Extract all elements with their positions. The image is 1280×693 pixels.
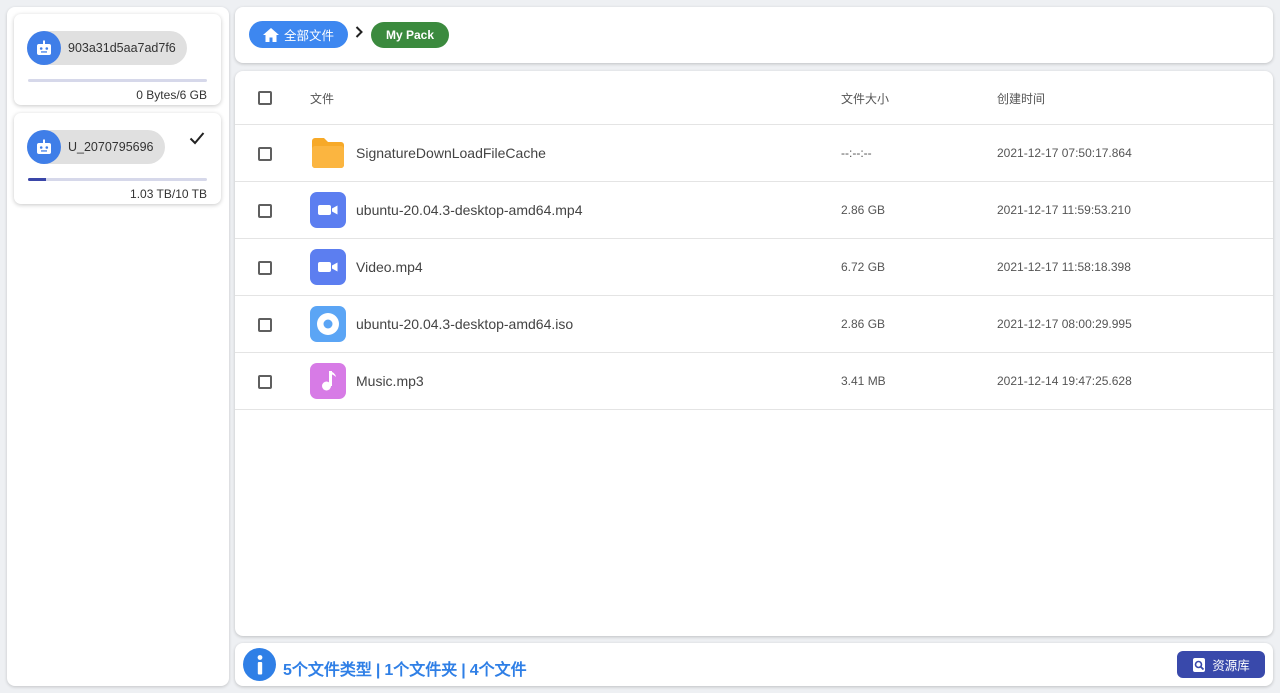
- library-button[interactable]: 资源库: [1177, 651, 1265, 678]
- file-name[interactable]: Music.mp3: [356, 373, 424, 389]
- file-name[interactable]: ubuntu-20.04.3-desktop-amd64.mp4: [356, 202, 582, 218]
- robot-avatar-icon: [27, 130, 61, 164]
- table-header: 文件 文件大小 创建时间: [235, 71, 1273, 125]
- file-size: 2.86 GB: [841, 317, 886, 331]
- file-created: 2021-12-14 19:47:25.628: [997, 374, 1132, 388]
- table-row[interactable]: SignatureDownLoadFileCache --:--:-- 2021…: [235, 125, 1273, 182]
- file-created: 2021-12-17 11:58:18.398: [997, 260, 1131, 274]
- file-created: 2021-12-17 11:59:53.210: [997, 203, 1131, 217]
- library-button-label: 资源库: [1212, 659, 1250, 673]
- account-name: 903a31d5aa7ad7f6: [68, 41, 176, 55]
- table-row[interactable]: ubuntu-20.04.3-desktop-amd64.iso 2.86 GB…: [235, 296, 1273, 353]
- quota-text: 1.03 TB/10 TB: [130, 187, 207, 201]
- file-created: 2021-12-17 07:50:17.864: [997, 146, 1132, 160]
- file-types-count: 5个文件类型: [283, 662, 372, 679]
- file-name[interactable]: ubuntu-20.04.3-desktop-amd64.iso: [356, 316, 573, 332]
- table-row[interactable]: ubuntu-20.04.3-desktop-amd64.mp4 2.86 GB…: [235, 182, 1273, 239]
- account-chip[interactable]: U_2070795696: [27, 130, 165, 164]
- library-search-icon: [1193, 657, 1206, 672]
- row-checkbox[interactable]: [258, 375, 272, 389]
- disc-icon: [310, 306, 346, 342]
- breadcrumb-current-button[interactable]: My Pack: [371, 22, 450, 48]
- summary-separator: |: [461, 662, 466, 679]
- file-size: 2.86 GB: [841, 203, 886, 217]
- row-checkbox[interactable]: [258, 204, 272, 218]
- column-header-size[interactable]: 文件大小: [841, 90, 889, 107]
- file-created: 2021-12-17 08:00:29.995: [997, 317, 1132, 331]
- info-icon: [243, 648, 276, 681]
- table-row[interactable]: Music.mp3 3.41 MB 2021-12-14 19:47:25.62…: [235, 353, 1273, 410]
- file-name[interactable]: Video.mp4: [356, 259, 423, 275]
- quota-fill: [28, 178, 47, 181]
- column-header-name[interactable]: 文件: [310, 90, 334, 107]
- quota-bar: [28, 178, 207, 181]
- file-size: 3.41 MB: [841, 374, 886, 388]
- breadcrumb-home-button[interactable]: 全部文件: [249, 21, 349, 48]
- file-table: 文件 文件大小 创建时间 SignatureDownLoadFileCache …: [235, 71, 1273, 636]
- file-size: 6.72 GB: [841, 260, 886, 274]
- account-sidebar: 903a31d5aa7ad7f6 0 Bytes/6 GB U_20707956…: [7, 7, 229, 686]
- account-chip[interactable]: 903a31d5aa7ad7f6: [27, 31, 187, 65]
- account-name: U_2070795696: [68, 140, 154, 154]
- table-row[interactable]: Video.mp4 6.72 GB 2021-12-17 11:58:18.39…: [235, 239, 1273, 296]
- quota-bar: [28, 79, 207, 82]
- check-icon: [189, 131, 205, 150]
- home-icon: [263, 27, 279, 42]
- row-checkbox[interactable]: [258, 147, 272, 161]
- account-card[interactable]: 903a31d5aa7ad7f6 0 Bytes/6 GB: [14, 14, 221, 105]
- status-footer: 5个文件类型 | 1个文件夹 | 4个文件 资源库: [235, 643, 1273, 686]
- video-icon: [310, 192, 346, 228]
- video-icon: [310, 249, 346, 285]
- row-checkbox[interactable]: [258, 261, 272, 275]
- account-card-selected[interactable]: U_2070795696 1.03 TB/10 TB: [14, 113, 221, 204]
- folder-count: 1个文件夹: [384, 662, 458, 679]
- file-summary: 5个文件类型 | 1个文件夹 | 4个文件: [283, 656, 527, 680]
- summary-separator: |: [375, 662, 381, 679]
- file-count: 4个文件: [469, 662, 527, 679]
- quota-text: 0 Bytes/6 GB: [136, 88, 207, 102]
- column-header-created[interactable]: 创建时间: [997, 90, 1045, 107]
- breadcrumb-home-label: 全部文件: [284, 29, 335, 43]
- folder-icon: [310, 135, 346, 171]
- breadcrumb: 全部文件 My Pack: [235, 7, 1273, 63]
- row-checkbox[interactable]: [258, 318, 272, 332]
- robot-avatar-icon: [27, 31, 61, 65]
- music-icon: [310, 363, 346, 399]
- file-size: --:--:--: [841, 146, 872, 160]
- select-all-checkbox[interactable]: [258, 91, 272, 105]
- file-name[interactable]: SignatureDownLoadFileCache: [356, 145, 546, 161]
- chevron-right-icon: [354, 25, 364, 44]
